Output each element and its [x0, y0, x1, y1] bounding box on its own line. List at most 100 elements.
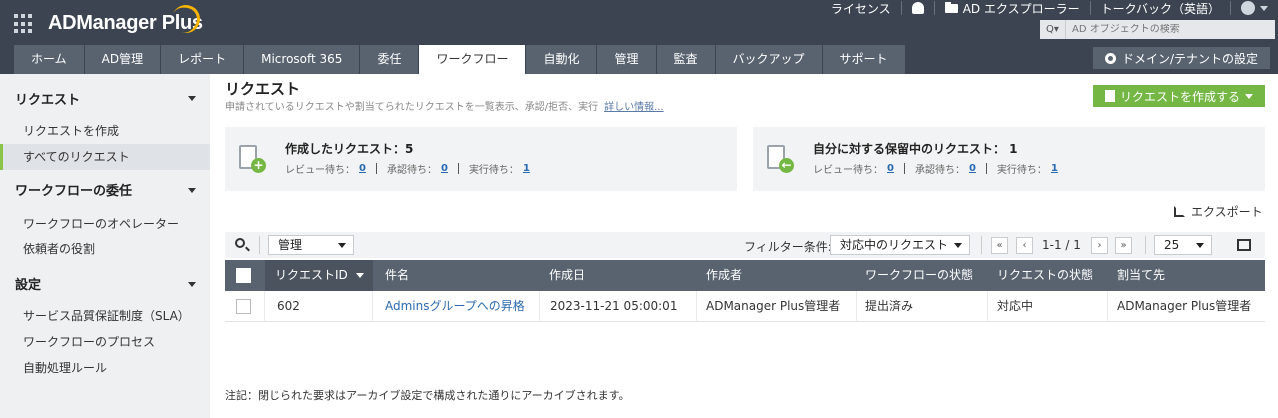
sidebar-item-automation-rules[interactable]: 自動処理ルール [0, 355, 210, 381]
pending-requests-card: ← 自分に対する保留中のリクエスト： 1 レビュー待ち： 0 承認待ち： 0 実行待… [753, 127, 1265, 191]
approve-label: 承認待ち： [386, 165, 437, 176]
pending-requests-stats: レビュー待ち： 0 承認待ち： 0 実行待ち： 1 [813, 161, 1058, 176]
view-select[interactable]: 管理 [268, 235, 354, 255]
column-header-workflow-state[interactable]: ワークフローの状態 [865, 260, 995, 291]
search-input[interactable] [1066, 24, 1266, 35]
sidebar-section-requests[interactable]: リクエスト [15, 89, 80, 108]
prev-page-button[interactable]: ‹ [1016, 237, 1033, 254]
domain-settings-label: ドメイン/テナントの設定 [1121, 51, 1258, 66]
bell-icon [911, 2, 924, 14]
arrow-circle-icon: ← [779, 158, 794, 173]
folder-icon [944, 1, 958, 13]
filter-select-value: 対応中のリクエスト [840, 238, 949, 252]
domain-settings-button[interactable]: ドメイン/テナントの設定 [1092, 47, 1270, 69]
chevron-down-icon[interactable] [188, 188, 196, 193]
top-right-menu: ライセンス AD エクスプローラー トークバック（英語） [831, 0, 1268, 16]
chevron-down-icon [1260, 5, 1268, 11]
plus-circle-icon: + [251, 158, 266, 173]
cell-assignee: ADManager Plus管理者 [1117, 299, 1252, 313]
notification-button[interactable] [911, 2, 924, 14]
page-description: 申請されているリクエストや割当てられたリクエストを一覧表示、承認/拒否、実行 [225, 102, 599, 113]
tab-workflow[interactable]: ワークフロー [419, 45, 527, 74]
tab-audit[interactable]: 監査 [656, 45, 716, 74]
my-requests-stats: レビュー待ち： 0 承認待ち： 0 実行待ち： 1 [285, 161, 530, 176]
page-title: リクエスト [225, 80, 301, 98]
sidebar-item-sla[interactable]: サービス品質保証制度（SLA） [0, 303, 210, 329]
approve-count-link[interactable]: 0 [969, 163, 976, 174]
export-icon [1174, 206, 1185, 217]
requests-table: リクエストID 件名 作成日 作成者 ワークフローの状態 リクエストの状態 割当… [225, 260, 1265, 322]
export-button[interactable]: エクスポート [1174, 203, 1263, 220]
page-subtitle: 申請されているリクエストや割当てられたリクエストを一覧表示、承認/拒否、実行 詳し… [225, 98, 664, 113]
tab-home[interactable]: ホーム [14, 45, 85, 74]
approve-label: 承認待ち： [914, 165, 965, 176]
user-menu[interactable] [1241, 1, 1268, 15]
review-label: レビュー待ち： [285, 165, 355, 176]
column-header-request-state[interactable]: リクエストの状態 [997, 260, 1117, 291]
tab-support[interactable]: サポート [822, 45, 906, 74]
ad-object-search: Q▾ [1040, 20, 1275, 39]
next-page-button[interactable]: › [1091, 237, 1108, 254]
export-label: エクスポート [1191, 205, 1263, 219]
review-label: レビュー待ち： [813, 165, 883, 176]
sidebar-item-workflow-process[interactable]: ワークフローのプロセス [0, 329, 210, 355]
execute-count-link[interactable]: 1 [1051, 163, 1058, 174]
last-page-button[interactable]: » [1115, 237, 1132, 254]
tab-backup[interactable]: バックアップ [715, 45, 823, 74]
page-size-value: 25 [1164, 238, 1180, 252]
execute-label: 実行待ち： [996, 165, 1047, 176]
app-header: ADManager Plus ライセンス AD エクスプローラー トークバック（… [0, 0, 1278, 74]
first-page-button[interactable]: « [991, 237, 1008, 254]
cell-request-state: 対応中 [988, 291, 1108, 322]
chevron-down-icon [954, 243, 962, 248]
page-size-select[interactable]: 25 [1154, 235, 1212, 255]
page-info: 1-1 / 1 [1042, 238, 1081, 252]
row-checkbox[interactable] [236, 299, 251, 314]
tab-automation[interactable]: 自動化 [526, 45, 598, 74]
tab-reports[interactable]: レポート [161, 45, 245, 74]
chevron-down-icon [1196, 243, 1204, 248]
sidebar-item-workflow-operator[interactable]: ワークフローのオペレーター [0, 211, 210, 237]
sidebar-section-settings[interactable]: 設定 [15, 274, 41, 293]
my-requests-title: 作成したリクエスト：5 [285, 142, 414, 156]
license-link[interactable]: ライセンス [831, 0, 891, 17]
column-header-subject[interactable]: 件名 [385, 260, 535, 291]
more-info-link[interactable]: 詳しい情報... [604, 102, 664, 113]
document-add-icon [1104, 90, 1115, 102]
table-row[interactable]: 602 Adminsグループへの昇格 2023-11-21 05:00:01 A… [225, 291, 1265, 322]
filter-select[interactable]: 対応中のリクエスト [830, 235, 970, 255]
approve-count-link[interactable]: 0 [441, 163, 448, 174]
column-header-request-id[interactable]: リクエストID [265, 260, 373, 291]
select-all-checkbox[interactable] [236, 268, 251, 283]
my-requests-card: + 作成したリクエスト：5 レビュー待ち： 0 承認待ち： 0 実行待ち： 1 [225, 127, 737, 191]
sidebar-item-requester-role[interactable]: 依頼者の役割 [0, 236, 210, 262]
tab-delegation[interactable]: 委任 [360, 45, 420, 74]
tab-microsoft-365[interactable]: Microsoft 365 [244, 45, 361, 74]
sidebar-section-workflow-delegation[interactable]: ワークフローの委任 [15, 180, 132, 199]
column-chooser-icon[interactable] [1237, 239, 1251, 251]
app-grid-icon[interactable] [14, 14, 34, 34]
column-header-created[interactable]: 作成日 [549, 260, 699, 291]
chevron-down-icon[interactable] [188, 282, 196, 287]
cell-subject-link[interactable]: Adminsグループへの昇格 [373, 291, 540, 322]
cell-request-id: 602 [265, 291, 373, 322]
tab-admin[interactable]: 管理 [597, 45, 657, 74]
cell-workflow-state: 提出済み [857, 291, 988, 322]
tab-ad-management[interactable]: AD管理 [84, 45, 162, 74]
ad-explorer-link[interactable]: AD エクスプローラー [944, 0, 1080, 17]
search-icon[interactable] [235, 238, 245, 248]
column-header-assignee[interactable]: 割当て先 [1117, 260, 1257, 291]
execute-label: 実行待ち： [468, 165, 519, 176]
chevron-down-icon[interactable] [188, 96, 196, 101]
search-icon[interactable]: Q▾ [1040, 20, 1066, 39]
review-count-link[interactable]: 0 [359, 163, 366, 174]
execute-count-link[interactable]: 1 [523, 163, 530, 174]
talkback-link[interactable]: トークバック（英語） [1101, 0, 1220, 17]
create-request-button[interactable]: リクエストを作成する [1093, 85, 1265, 107]
create-request-label: リクエストを作成する [1119, 89, 1240, 104]
sidebar-item-all-requests[interactable]: すべてのリクエスト [0, 144, 210, 170]
sidebar-item-create-request[interactable]: リクエストを作成 [0, 118, 210, 144]
column-label: リクエストID [275, 268, 348, 282]
review-count-link[interactable]: 0 [887, 163, 894, 174]
column-header-creator[interactable]: 作成者 [706, 260, 856, 291]
